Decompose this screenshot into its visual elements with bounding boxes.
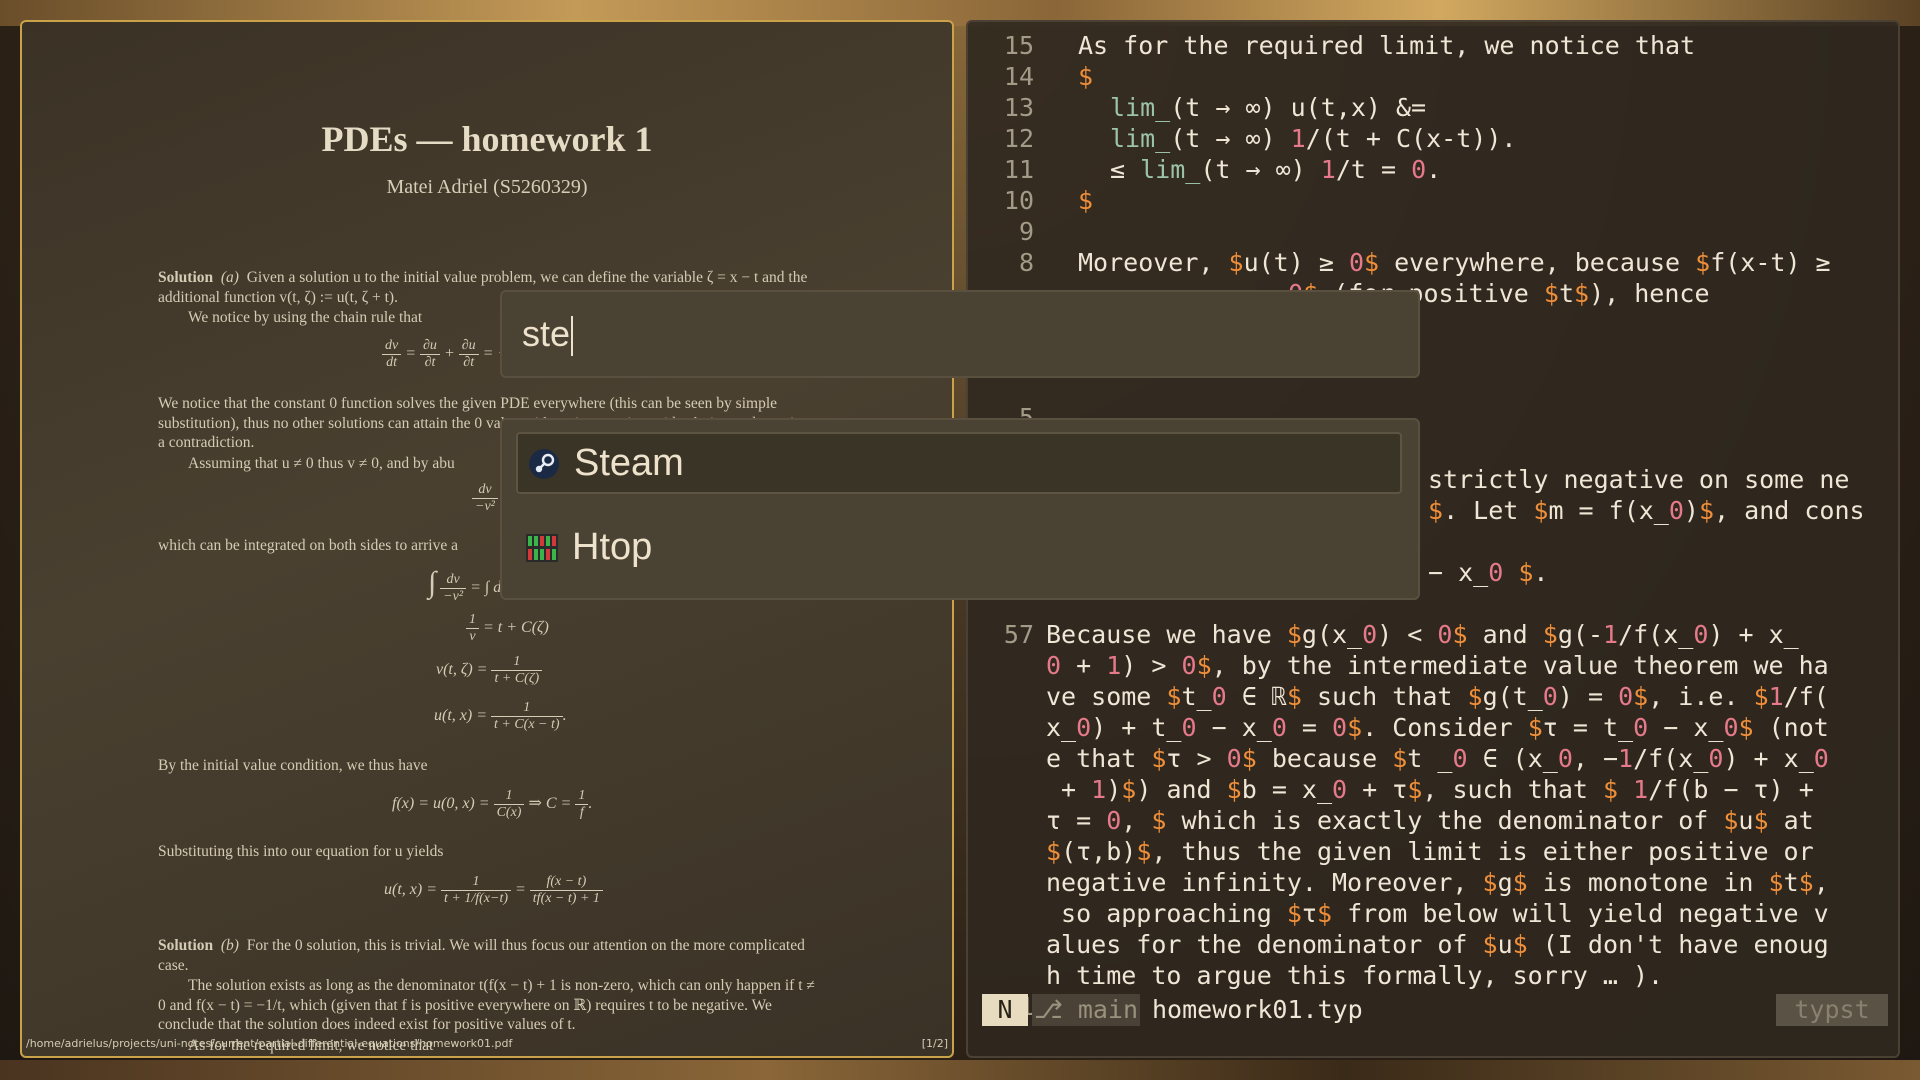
code-line[interactable]: $(τ,b)$, thus the given limit is either …	[968, 836, 1888, 867]
code-text: lim_(t → ∞) 1/(t + C(x-t)).	[1110, 124, 1517, 153]
code-text: strictly negative on some ne	[1428, 465, 1850, 494]
line-number: 8	[1018, 248, 1034, 277]
code-line[interactable]: so approaching $τ$ from below will yield…	[968, 898, 1888, 929]
equation-chain-rule: dv dt = ∂u ∂t + ∂u ∂t = −	[382, 338, 508, 371]
equation-integral: ∫ dv −v² = ∫ d	[428, 566, 502, 604]
line-number: 15	[1003, 31, 1034, 60]
paragraph-text: Substituting this into our equation for …	[158, 843, 444, 860]
code-text: e that $τ > 0$ because $t _0 ∈ (x_0, −1/…	[1046, 744, 1829, 773]
code-line[interactable]: τ = 0, $ which is exactly the denominato…	[968, 805, 1888, 836]
launcher-result-htop[interactable]: Htop	[516, 518, 1402, 580]
equation-u: u(t, x) = 1t + C(x − t).	[434, 700, 567, 732]
code-text: alues for the denominator of $u$ (I don'…	[1046, 930, 1829, 959]
result-label: Htop	[572, 526, 653, 568]
line-number: 11	[1003, 155, 1034, 184]
code-line[interactable]: 0 + 1) > 0$, by the intermediate value t…	[968, 650, 1888, 681]
code-text: $	[1078, 62, 1094, 91]
htop-icon	[526, 534, 558, 562]
equation-inverse-v: 1v = t + C(ζ)	[466, 612, 549, 645]
mode-indicator: N	[982, 994, 1028, 1026]
code-text: ≤ lim_(t → ∞) 1/t = 0.	[1110, 155, 1442, 184]
steam-icon	[529, 449, 559, 479]
code-line[interactable]: 12 lim_(t → ∞) 1/(t + C(x-t)).	[968, 123, 1888, 154]
code-text: − x_0 $.	[1428, 558, 1549, 587]
code-line[interactable]: 9	[968, 216, 1888, 247]
launcher-search-input[interactable]: ste	[500, 290, 1420, 378]
text-cursor	[571, 316, 574, 357]
code-line[interactable]: alues for the denominator of $u$ (I don'…	[968, 929, 1888, 960]
code-line[interactable]: 8 Moreover, $u(t) ≥ 0$ everywhere, becaus…	[968, 247, 1888, 278]
paragraph-text: By the initial value condition, we thus …	[158, 757, 428, 774]
equation-substitution: u(t, x) = 1t + 1/f(x−t) = f(x − t) tf(x −…	[384, 874, 603, 907]
line-number: 10	[1003, 186, 1034, 215]
document-author: Matei Adriel (S5260329)	[386, 176, 588, 198]
paragraph-text: For the 0 solution, this is trivial. We …	[158, 937, 805, 974]
file-path: /home/adrielus/projects/uni-notes/curren…	[26, 1037, 513, 1050]
equation-initial-condition: f(x) = u(0, x) = 1 C(x) ⇒ C = 1f.	[392, 788, 593, 820]
code-text: + 1)$) and $b = x_0 + τ$, such that $ 1/…	[1046, 775, 1814, 804]
code-text: $(τ,b)$, thus the given limit is either …	[1046, 837, 1814, 866]
code-text: $. Let $m = f(x_0)$, and cons	[1428, 496, 1865, 525]
code-text: ve some $t_0 ∈ ℝ$ such that $g(t_0) = 0$…	[1046, 682, 1829, 711]
line-number: 13	[1003, 93, 1034, 122]
solution-b-label: Solution	[158, 937, 214, 954]
pdf-statusbar: /home/adrielus/projects/uni-notes/curren…	[22, 1032, 952, 1056]
code-line[interactable]: e that $τ > 0$ because $t _0 ∈ (x_0, −1/…	[968, 743, 1888, 774]
code-text: so approaching $τ$ from below will yield…	[1046, 899, 1829, 928]
result-label: Steam	[574, 442, 684, 484]
wallpaper-bottom	[0, 1060, 1920, 1080]
code-text: $	[1078, 186, 1094, 215]
code-line[interactable]: 57 Because we have $g(x_0) < 0$ and $g(-1…	[968, 619, 1888, 650]
line-number: 57	[1003, 620, 1034, 649]
code-line[interactable]: 14 $	[968, 61, 1888, 92]
code-text: 0 + 1) > 0$, by the intermediate value t…	[1046, 651, 1829, 680]
code-line[interactable]: 10 $	[968, 185, 1888, 216]
code-line[interactable]: h time to argue this formally, sorry … )…	[968, 960, 1888, 991]
launcher-results: Steam Htop	[500, 418, 1420, 600]
solution-b-paragraph: Solution (b) For the 0 solution, this is…	[158, 936, 818, 975]
code-line[interactable]: x_0) + t_0 − x_0 = 0$. Consider $τ = t_0…	[968, 712, 1888, 743]
code-line[interactable]: 11 ≤ lim_(t → ∞) 1/t = 0.	[968, 154, 1888, 185]
code-line[interactable]: 15 As for the required limit, we notice t…	[968, 30, 1888, 61]
line-number: 9	[1018, 217, 1034, 246]
file-name: homework01.typ	[1152, 995, 1363, 1024]
page-indicator: [1/2]	[921, 1037, 948, 1050]
code-line[interactable]: + 1)$) and $b = x_0 + τ$, such that $ 1/…	[968, 774, 1888, 805]
code-text: negative infinity. Moreover, $g$ is mono…	[1046, 868, 1829, 897]
code-line[interactable]: 13 lim_(t → ∞) u(t,x) &=	[968, 92, 1888, 123]
file-type: typst	[1776, 994, 1888, 1026]
line-number: 12	[1003, 124, 1034, 153]
code-text: As for the required limit, we notice tha…	[1078, 31, 1696, 60]
solution-b-part: (b)	[220, 937, 239, 954]
code-text: x_0) + t_0 − x_0 = 0$. Consider $τ = t_0…	[1046, 713, 1829, 742]
line-number: 14	[1003, 62, 1034, 91]
code-text: Moreover, $u(t) ≥ 0$ everywhere, because…	[1078, 248, 1831, 277]
editor-statusline: N ⎇ main homework01.typ typst	[982, 994, 1888, 1026]
code-text: lim_(t → ∞) u(t,x) &=	[1110, 93, 1427, 122]
launcher-result-steam[interactable]: Steam	[516, 432, 1402, 494]
code-text: τ = 0, $ which is exactly the denominato…	[1046, 806, 1814, 835]
git-branch: ⎇ main	[1032, 994, 1140, 1026]
solution-a-label: Solution	[158, 269, 214, 286]
solution-a-part: (a)	[220, 269, 239, 286]
code-text: Because we have $g(x_0) < 0$ and $g(-1/f…	[1046, 620, 1799, 649]
document-title: PDEs — homework 1	[321, 119, 653, 159]
paragraph-text: The solution exists as long as the denom…	[158, 977, 815, 1033]
branch-icon: ⎇	[1033, 995, 1078, 1024]
equation-v: v(t, ζ) = 1t + C(ζ)	[436, 654, 543, 687]
code-text: h time to argue this formally, sorry … )…	[1046, 961, 1664, 990]
code-line[interactable]: negative infinity. Moreover, $g$ is mono…	[968, 867, 1888, 898]
code-line[interactable]: ve some $t_0 ∈ ℝ$ such that $g(t_0) = 0$…	[968, 681, 1888, 712]
